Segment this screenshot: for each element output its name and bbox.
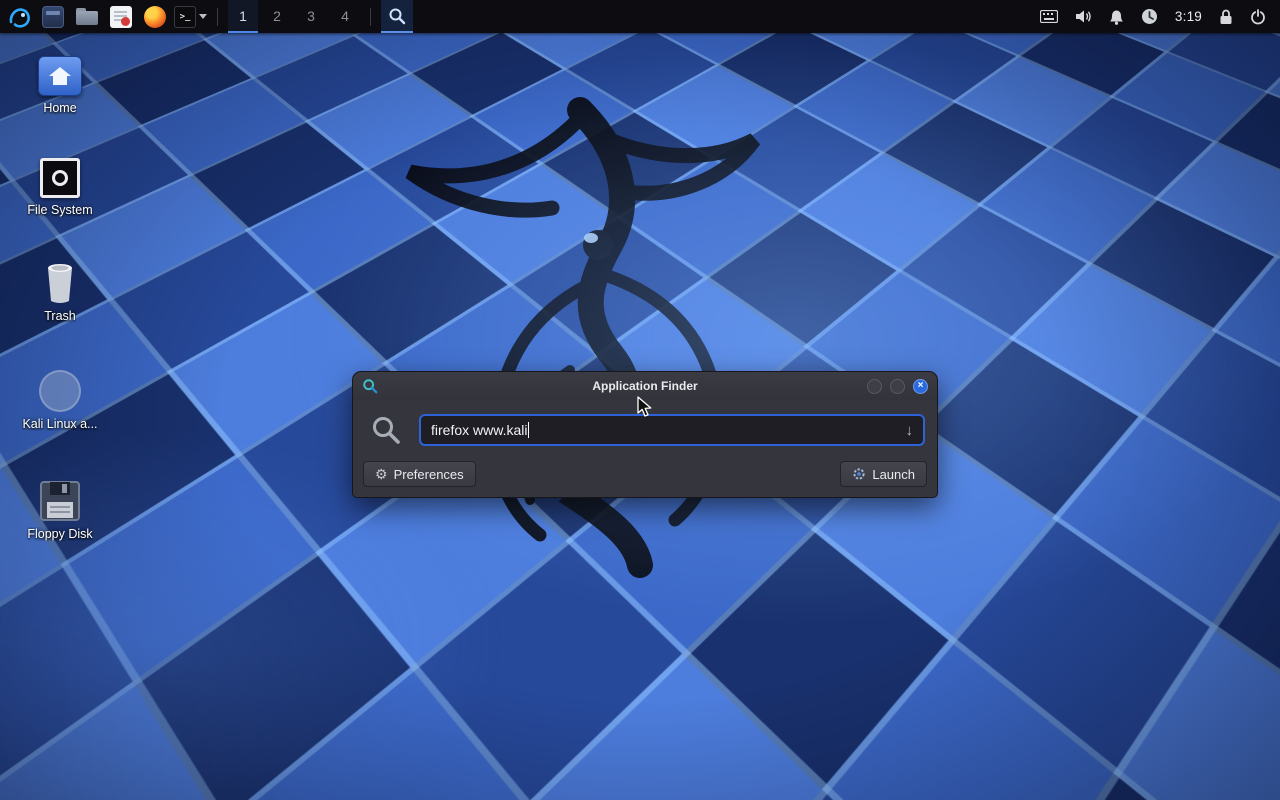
workspace-label: 3 bbox=[307, 8, 315, 24]
notifications-bell-icon[interactable] bbox=[1109, 0, 1124, 33]
clock[interactable]: 3:19 bbox=[1175, 9, 1202, 24]
maximize-button[interactable] bbox=[890, 379, 905, 394]
floppy-disk-icon bbox=[39, 480, 81, 522]
search-input-value: firefox www.kali bbox=[431, 422, 527, 438]
file-system-icon bbox=[40, 158, 80, 198]
desktop-icon-label: Trash bbox=[44, 309, 76, 323]
volume-icon[interactable] bbox=[1075, 0, 1092, 33]
top-panel: >_ 1 2 3 4 bbox=[0, 0, 1280, 33]
launcher-file-manager-button[interactable] bbox=[72, 2, 102, 31]
text-editor-icon bbox=[110, 6, 132, 28]
desktop-icon-floppy-disk[interactable]: Floppy Disk bbox=[8, 480, 112, 541]
kali-logo-icon bbox=[7, 5, 31, 29]
terminal-icon: >_ bbox=[174, 6, 196, 28]
minimize-button[interactable] bbox=[867, 379, 882, 394]
preferences-button[interactable]: ⚙ Preferences bbox=[363, 461, 476, 487]
desktop-icon-label: Floppy Disk bbox=[27, 527, 92, 541]
application-finder-window: Application Finder × firefox www.kali ↓ bbox=[352, 371, 938, 498]
keyboard-indicator-icon[interactable] bbox=[1040, 0, 1058, 33]
panel-left-section: >_ 1 2 3 4 bbox=[0, 0, 413, 33]
workspace-button-1[interactable]: 1 bbox=[228, 0, 258, 33]
home-icon bbox=[38, 56, 82, 96]
finder-app-icon bbox=[362, 378, 378, 394]
trash-icon bbox=[40, 260, 80, 304]
search-input[interactable]: firefox www.kali ↓ bbox=[419, 414, 925, 446]
gear-icon: ⚙ bbox=[375, 467, 388, 481]
kali-menu-button[interactable] bbox=[4, 2, 34, 31]
history-dropdown-icon[interactable]: ↓ bbox=[900, 422, 914, 439]
launcher-text-editor-button[interactable] bbox=[106, 2, 136, 31]
kali-linux-icon bbox=[39, 370, 81, 412]
mouse-cursor bbox=[636, 396, 656, 418]
launch-button[interactable]: Launch bbox=[840, 461, 927, 487]
workspace-button-3[interactable]: 3 bbox=[296, 0, 326, 33]
workspace-label: 1 bbox=[239, 8, 247, 24]
lock-screen-icon[interactable] bbox=[1219, 0, 1233, 33]
desktop-icon-kali-linux[interactable]: Kali Linux a... bbox=[8, 370, 112, 431]
launcher-window-button[interactable] bbox=[38, 2, 68, 31]
workspace-button-2[interactable]: 2 bbox=[262, 0, 292, 33]
workspace-label: 2 bbox=[273, 8, 281, 24]
terminal-prompt-glyph: >_ bbox=[180, 12, 191, 22]
taskbar-application-finder-button[interactable] bbox=[381, 0, 413, 33]
panel-separator bbox=[217, 8, 218, 26]
finder-actions: ⚙ Preferences Launch bbox=[353, 446, 937, 497]
firefox-icon bbox=[144, 6, 166, 28]
launcher-terminal-button[interactable]: >_ bbox=[174, 2, 207, 31]
desktop-screen: Home File System Trash Kali Linux a... F… bbox=[0, 0, 1280, 800]
desktop-icon-trash[interactable]: Trash bbox=[8, 260, 112, 323]
launch-gear-icon bbox=[852, 467, 866, 481]
search-icon bbox=[371, 415, 401, 445]
panel-system-tray: 3:19 bbox=[1040, 0, 1280, 33]
preferences-button-label: Preferences bbox=[394, 467, 464, 482]
window-title: Application Finder bbox=[353, 379, 937, 393]
launch-button-label: Launch bbox=[872, 467, 915, 482]
window-app-icon bbox=[42, 6, 64, 28]
house-glyph bbox=[47, 64, 73, 88]
logout-power-icon[interactable] bbox=[1250, 0, 1266, 33]
close-icon: × bbox=[918, 381, 924, 391]
close-button[interactable]: × bbox=[913, 379, 928, 394]
desktop-icon-file-system[interactable]: File System bbox=[8, 158, 112, 217]
panel-separator bbox=[370, 8, 371, 26]
window-buttons: × bbox=[867, 379, 928, 394]
desktop-icon-label: Home bbox=[43, 101, 76, 115]
desktop-icon-label: File System bbox=[27, 203, 92, 217]
workspace-label: 4 bbox=[341, 8, 349, 24]
file-manager-icon bbox=[76, 8, 98, 26]
launcher-firefox-button[interactable] bbox=[140, 2, 170, 31]
workspace-button-4[interactable]: 4 bbox=[330, 0, 360, 33]
chevron-down-icon bbox=[199, 14, 207, 19]
desktop-icon-home[interactable]: Home bbox=[8, 56, 112, 115]
desktop-icon-label: Kali Linux a... bbox=[22, 417, 97, 431]
updates-globe-icon[interactable] bbox=[1141, 0, 1158, 33]
text-caret bbox=[528, 422, 529, 438]
magnifier-icon bbox=[388, 7, 406, 25]
